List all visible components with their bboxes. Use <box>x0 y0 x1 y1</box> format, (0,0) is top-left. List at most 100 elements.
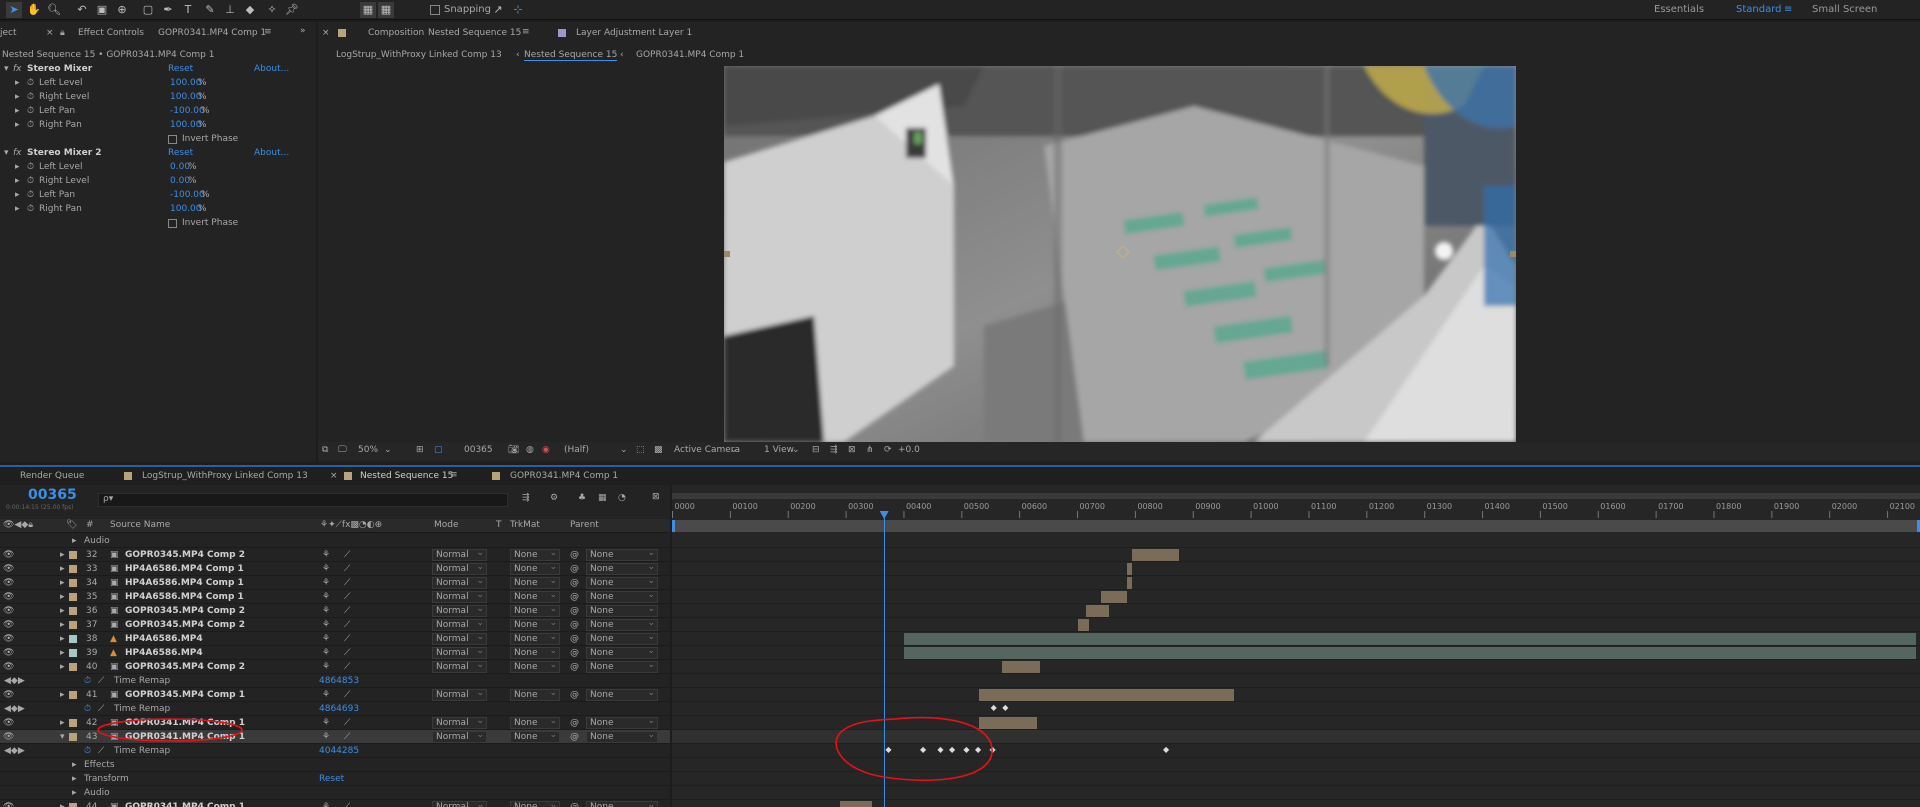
layer-name[interactable]: GOPR0341.MP4 Comp 1 <box>125 800 245 807</box>
pickwhip-icon[interactable]: @ <box>570 618 579 632</box>
eye-icon[interactable]: 👁︎ <box>3 660 14 674</box>
eye-icon[interactable]: 👁︎ <box>3 688 14 702</box>
expand-triangle-icon[interactable]: ▸ <box>60 800 65 807</box>
clone-stamp-tool-icon[interactable]: ⊥ <box>222 2 238 18</box>
stopwatch-icon[interactable]: ⏱︎ <box>27 118 34 132</box>
trkmat-dropdown[interactable]: None <box>510 730 560 743</box>
exposure-value[interactable]: +0.0 <box>898 445 920 455</box>
pickwhip-icon[interactable]: @ <box>570 688 579 702</box>
resolution-dropdown[interactable]: (Half) <box>564 445 589 455</box>
eye-icon[interactable]: 👁︎ <box>3 576 14 590</box>
label-color-swatch[interactable] <box>69 607 77 615</box>
effect-controls-target[interactable]: GOPR0341.MP4 Comp 1 <box>158 28 266 38</box>
stopwatch-icon[interactable]: ⏱︎ <box>27 160 34 174</box>
trkmat-dropdown[interactable]: None <box>510 646 560 659</box>
close-icon[interactable]: × <box>330 471 338 481</box>
timecode-display[interactable]: 00365 <box>464 445 493 455</box>
parent-dropdown[interactable]: None <box>586 632 658 645</box>
quality-switch-icon[interactable]: ⟋ <box>344 562 350 576</box>
mode-dropdown[interactable]: Normal <box>432 688 487 701</box>
layer-name[interactable]: HP4A6586.MP4 Comp 1 <box>125 576 244 590</box>
label-color-swatch[interactable] <box>69 635 77 643</box>
property-value[interactable]: 4044285 <box>319 744 359 758</box>
pen-tool-icon[interactable]: ✒ <box>160 2 176 18</box>
fx-icon[interactable]: fx <box>13 146 22 160</box>
label-color-swatch[interactable] <box>69 691 77 699</box>
mask-visibility-icon[interactable]: ▢ <box>434 445 443 455</box>
quality-switch-icon[interactable]: ⟋ <box>344 604 350 618</box>
timeline-tab-active[interactable]: Nested Sequence 15 <box>360 471 453 481</box>
quality-switch-icon[interactable]: ⟋ <box>344 548 350 562</box>
shy-switch-icon[interactable]: ⚘ <box>322 618 330 632</box>
eye-icon[interactable]: 👁︎ <box>3 730 14 744</box>
label-color-swatch[interactable] <box>69 579 77 587</box>
workspace-standard[interactable]: Standard <box>1736 4 1782 15</box>
close-icon[interactable]: × <box>322 28 330 38</box>
shy-switch-icon[interactable]: ⚘ <box>322 646 330 660</box>
expand-triangle-icon[interactable]: ▸ <box>60 604 65 618</box>
parent-dropdown[interactable]: None <box>586 800 658 807</box>
expand-triangle-icon[interactable]: ▸ <box>60 660 65 674</box>
lock-icon[interactable]: 🔒︎ <box>60 28 65 38</box>
reset-exposure-icon[interactable]: ⟳ <box>884 445 892 455</box>
invert-phase-checkbox[interactable] <box>168 135 177 144</box>
shy-switch-icon[interactable]: ⚘ <box>322 548 330 562</box>
trkmat-dropdown[interactable]: None <box>510 716 560 729</box>
expand-triangle-icon[interactable]: ▸ <box>72 758 77 772</box>
always-preview-icon[interactable]: ⧉ <box>322 445 328 455</box>
time-ruler[interactable]: 0000 00100 00200 00300 00400 00500 00600 00700 0… <box>672 485 1920 519</box>
eye-icon[interactable]: 👁︎ <box>3 562 14 576</box>
layer-name[interactable]: HP4A6586.MP4 Comp 1 <box>125 562 244 576</box>
composition-tab[interactable]: Composition <box>368 28 424 38</box>
layer-row[interactable]: 👁︎ ▸ 40 ▣ GOPR0345.MP4 Comp 2 ⚘ ⟋ Normal None @ No… <box>0 660 670 674</box>
effect-header-stereo-mixer[interactable]: ▾ fx Stereo Mixer Reset About... <box>0 62 316 76</box>
flowchart-icon[interactable]: ⋔ <box>866 445 874 455</box>
expand-triangle-icon[interactable]: ▸ <box>15 90 20 104</box>
pickwhip-icon[interactable]: @ <box>570 562 579 576</box>
parent-dropdown[interactable]: None <box>586 730 658 743</box>
expand-triangle-icon[interactable]: ▸ <box>72 534 77 548</box>
graph-editor-icon[interactable]: ⊠ <box>652 492 660 502</box>
mode-dropdown[interactable]: Normal <box>432 646 487 659</box>
property-row[interactable]: ◀◆▶ ⏱︎ ⟋ Time Remap 4864693 <box>0 702 670 716</box>
layer-row[interactable]: 👁︎ ▸ 41 ▣ GOPR0345.MP4 Comp 1 ⚘ ⟋ Normal None @ No… <box>0 688 670 702</box>
expand-triangle-icon[interactable]: ▸ <box>60 548 65 562</box>
quality-switch-icon[interactable]: ⟋ <box>344 800 350 807</box>
timeline-tracks[interactable]: 0000 00100 00200 00300 00400 00500 00600 00700 0… <box>672 485 1920 807</box>
trkmat-dropdown[interactable]: None <box>510 576 560 589</box>
snapping-checkbox[interactable] <box>430 5 440 15</box>
quality-switch-icon[interactable]: ⟋ <box>344 730 350 744</box>
eye-icon[interactable]: 👁︎ <box>3 716 14 730</box>
param-value[interactable]: 100.00 <box>170 118 202 132</box>
expand-triangle-icon[interactable]: ▸ <box>60 618 65 632</box>
project-tab[interactable]: ject <box>0 28 17 38</box>
mode-dropdown[interactable]: Normal <box>432 576 487 589</box>
pickwhip-icon[interactable]: @ <box>570 590 579 604</box>
frame-blending-icon[interactable]: ▦ <box>598 493 607 503</box>
show-snapshot-icon[interactable]: ◍ <box>526 445 534 455</box>
quality-switch-icon[interactable]: ⟋ <box>344 576 350 590</box>
layer-search-input[interactable]: ρ▾ <box>98 493 508 507</box>
label-color-swatch[interactable] <box>69 593 77 601</box>
zoom-dropdown[interactable]: 50% <box>358 445 378 455</box>
keyframe-icon[interactable]: ◆ <box>991 703 997 712</box>
mode-dropdown[interactable]: Normal <box>432 716 487 729</box>
quality-switch-icon[interactable]: ⟋ <box>344 716 350 730</box>
keyframe-icon[interactable]: ◆ <box>1002 703 1008 712</box>
layer-row[interactable]: 👁︎ ▸ 32 ▣ GOPR0345.MP4 Comp 2 ⚘ ⟋ Normal None @ No… <box>0 548 670 562</box>
parent-dropdown[interactable]: None <box>586 590 658 603</box>
shy-switch-icon[interactable]: ⚘ <box>322 590 330 604</box>
keyframe-nav-icon[interactable]: ◀◆▶ <box>4 744 25 758</box>
expand-triangle-icon[interactable]: ▸ <box>60 576 65 590</box>
breadcrumb-item[interactable]: LogStrup_WithProxy Linked Comp 13 <box>336 50 502 60</box>
mode-dropdown[interactable]: Normal <box>432 562 487 575</box>
stopwatch-icon[interactable]: ⏱︎ <box>27 174 34 188</box>
workspace-essentials[interactable]: Essentials <box>1654 4 1704 15</box>
layer-tab[interactable]: Layer Adjustment Layer 1 <box>576 28 692 38</box>
layer-row[interactable]: 👁︎ ▸ 34 ▣ HP4A6586.MP4 Comp 1 ⚘ ⟋ Normal None @ No… <box>0 576 670 590</box>
rectangle-tool-icon[interactable]: ▢ <box>140 2 156 18</box>
effect-header-stereo-mixer-2[interactable]: ▾ fx Stereo Mixer 2 Reset About... <box>0 146 316 160</box>
time-navigator[interactable] <box>672 520 1920 532</box>
param-value[interactable]: -100.00 <box>170 104 205 118</box>
mode-dropdown[interactable]: Normal <box>432 730 487 743</box>
